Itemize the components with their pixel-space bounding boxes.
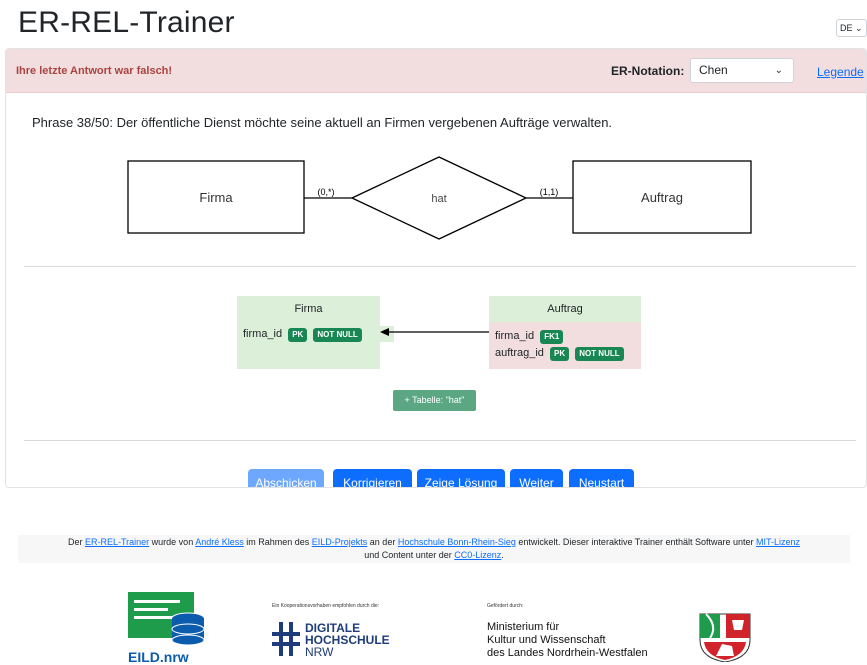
table-auftrag-body: firma_id FK1 auftrag_id PK NOT NULL [489, 322, 641, 369]
digitale-hochschule-logo[interactable]: Ein Kooperationsvorhaben empfohlen durch… [272, 594, 442, 664]
language-select[interactable]: DE ⌄ [836, 19, 867, 37]
ministerium-caption: Gefördert durch: [487, 603, 524, 609]
eild-logo[interactable]: EILD.nrw [128, 588, 208, 665]
badge-pk: PK [550, 347, 570, 361]
attr-auftrag-id: auftrag_id [495, 347, 544, 359]
relationship-label: hat [431, 193, 446, 205]
badge-pk: PK [288, 328, 308, 342]
footer-text: entwickelt. Dieser interaktive Trainer e… [515, 537, 757, 547]
link-cc0-license[interactable]: CC0-Lizenz [454, 550, 501, 560]
fk-arrow [380, 328, 489, 336]
submit-button[interactable]: Abschicken [248, 469, 324, 487]
attr-firma-id-fk: firma_id [495, 330, 535, 342]
eild-logo-text: EILD.nrw [128, 649, 189, 665]
entity-firma-label: Firma [199, 190, 233, 205]
hash-icon [272, 622, 300, 656]
restart-button[interactable]: Neustart [569, 469, 634, 487]
link-eild-project[interactable]: EILD-Projekts [312, 537, 368, 547]
link-mit-license[interactable]: MIT-Lizenz [756, 537, 800, 547]
table-firma[interactable]: Firma firma_id PK NOT NULL [237, 296, 380, 369]
attr-firma-id: firma_id [243, 328, 283, 340]
trainer-card: Ihre letzte Antwort war falsch! ER-Notat… [5, 48, 867, 488]
badge-not-null: NOT NULL [313, 328, 362, 342]
table-auftrag[interactable]: Auftrag firma_id FK1 auftrag_id PK NOT N… [489, 296, 641, 369]
footer-text: Der [67, 537, 85, 547]
arrowhead-icon [380, 328, 389, 336]
footer-text: im Rahmen des [243, 537, 312, 547]
table-firma-title: Firma [237, 296, 380, 322]
table-auftrag-row-fk: firma_id FK1 [495, 328, 641, 345]
cardinality-left: (0,*) [317, 187, 334, 197]
next-button[interactable]: Weiter [510, 469, 563, 487]
footer-text: wurde von [149, 537, 196, 547]
badge-fk1: FK1 [540, 330, 564, 344]
divider-bottom [24, 440, 856, 441]
footer-text: . [501, 550, 504, 560]
correct-button[interactable]: Korrigieren [333, 469, 412, 487]
app-title: ER-REL-Trainer [18, 6, 235, 39]
link-hochschule[interactable]: Hochschule Bonn-Rhein-Sieg [398, 537, 516, 547]
entity-auftrag-label: Auftrag [641, 190, 683, 205]
footer-text: an der [367, 537, 398, 547]
add-table-button[interactable]: + Tabelle: "hat" [393, 390, 476, 411]
table-auftrag-title: Auftrag [489, 296, 641, 322]
cardinality-right: (1,1) [540, 187, 559, 197]
footer-text: und Content unter der [364, 550, 455, 560]
dh-line3: NRW [305, 645, 334, 659]
table-auftrag-row-pk: auftrag_id PK NOT NULL [495, 345, 641, 362]
show-solution-button[interactable]: Zeige Lösung [417, 469, 505, 487]
badge-not-null: NOT NULL [575, 347, 624, 361]
nrw-coat-of-arms-icon [699, 613, 751, 662]
dh-caption: Ein Kooperationsvorhaben empfohlen durch… [272, 603, 380, 609]
footer-credits: Der ER-REL-Trainer wurde von André Kless… [18, 535, 850, 563]
table-firma-row: firma_id PK NOT NULL [237, 322, 380, 369]
divider-top [24, 266, 856, 267]
language-value: DE [840, 23, 853, 33]
eild-database-icon [128, 592, 205, 646]
link-er-rel-trainer[interactable]: ER-REL-Trainer [85, 537, 149, 547]
link-author[interactable]: André Kless [195, 537, 244, 547]
er-diagram: Firma (0,*) hat (1,1) Auftrag [127, 156, 752, 240]
